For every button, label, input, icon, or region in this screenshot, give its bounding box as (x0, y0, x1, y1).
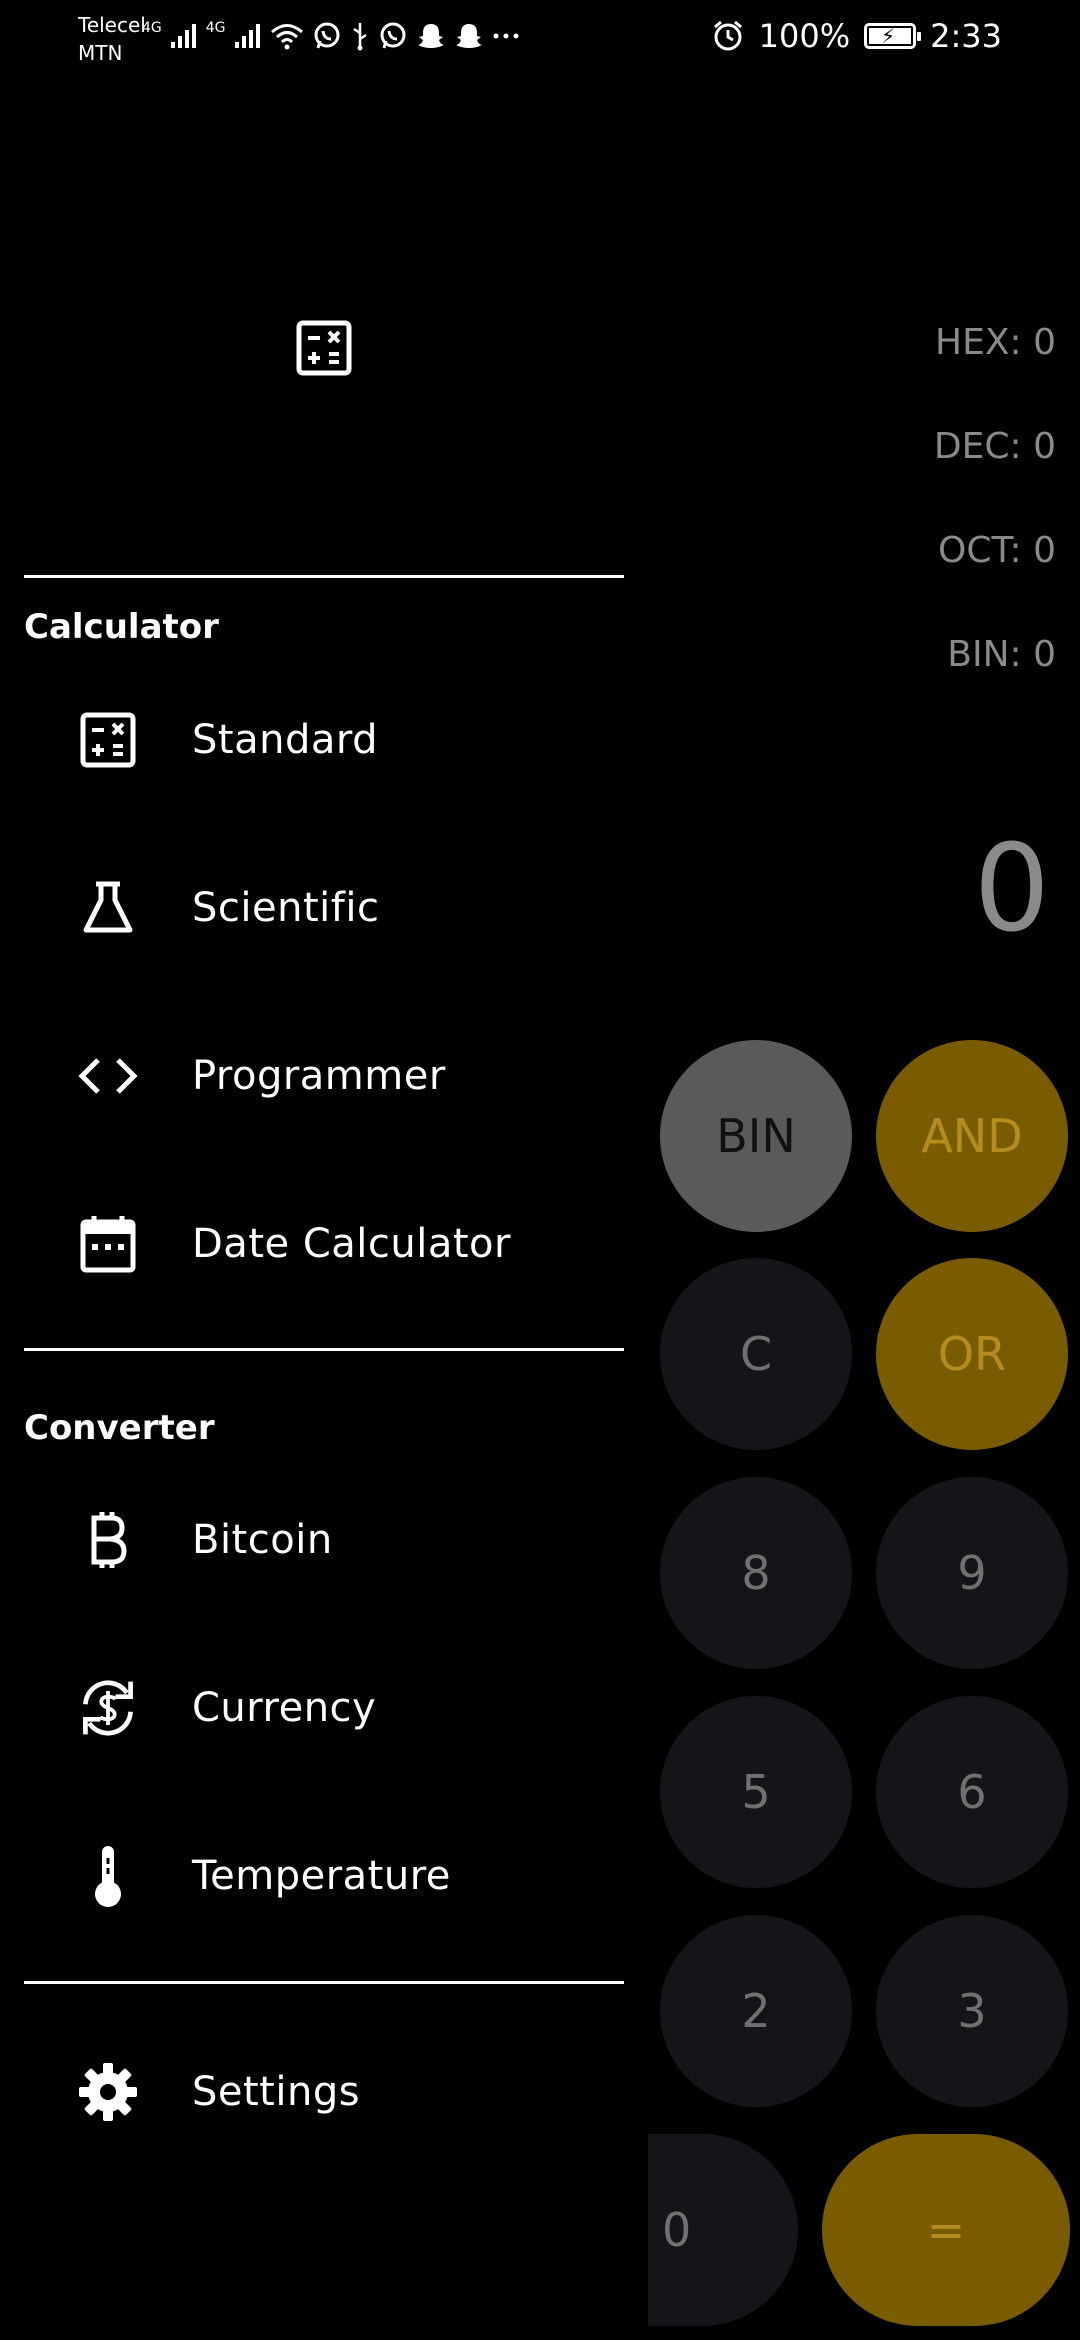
menu-item-currency[interactable]: Currency (0, 1648, 648, 1768)
calculator-icon (76, 708, 140, 772)
digit-8-button[interactable]: 8 (660, 1477, 852, 1669)
currency-exchange-icon (76, 1676, 140, 1740)
menu-label: Currency (192, 1685, 377, 1731)
menu-label: Date Calculator (192, 1221, 511, 1267)
carrier-names: Telecel MTN (78, 10, 146, 66)
battery-percent: 100% (758, 17, 851, 55)
calculator-icon (296, 320, 352, 376)
network-type-2: 4G (205, 20, 226, 36)
digit-9-button[interactable]: 9 (876, 1477, 1068, 1669)
digit-0-button[interactable]: 0 (648, 2134, 798, 2326)
digit-3-button[interactable]: 3 (876, 1915, 1068, 2107)
divider (24, 1348, 624, 1351)
menu-item-temperature[interactable]: Temperature (0, 1816, 648, 1936)
screen: Telecel MTN 4G 4G 100% ⚡ 2:33 HEX: 0 DEC… (0, 0, 1080, 2340)
digit-5-button[interactable]: 5 (660, 1696, 852, 1888)
calculator-section-title: Calculator (24, 607, 219, 647)
whatsapp-icon-2 (378, 21, 408, 51)
snapchat-icon (416, 21, 446, 51)
menu-item-settings[interactable]: Settings (0, 2032, 648, 2152)
battery-icon: ⚡ (864, 23, 922, 49)
alarm-icon (711, 19, 745, 53)
dec-readout: DEC: 0 (933, 426, 1056, 467)
thermometer-icon (76, 1844, 140, 1908)
menu-item-programmer[interactable]: Programmer (0, 1016, 648, 1136)
bitcoin-icon (76, 1508, 140, 1572)
network-type-1: 4G (142, 20, 162, 36)
oct-readout: OCT: 0 (938, 530, 1056, 571)
snapchat-icon-2 (454, 21, 484, 51)
code-icon (76, 1044, 140, 1108)
equals-button[interactable]: = (822, 2134, 1070, 2326)
whatsapp-icon (312, 21, 342, 51)
menu-label: Programmer (192, 1053, 446, 1099)
gear-icon (76, 2060, 140, 2124)
menu-label: Settings (192, 2069, 361, 2115)
menu-item-scientific[interactable]: Scientific (0, 848, 648, 968)
clear-button[interactable]: C (660, 1258, 852, 1450)
converter-section-title: Converter (24, 1408, 215, 1448)
wifi-icon (270, 22, 304, 50)
bin-mode-button[interactable]: BIN (660, 1040, 852, 1232)
result-display: 0 (973, 820, 1050, 959)
digit-6-button[interactable]: 6 (876, 1696, 1068, 1888)
menu-label: Temperature (192, 1853, 451, 1899)
status-icons-right: 100% ⚡ 2:33 (711, 14, 1002, 58)
signal-icon-2 (234, 22, 262, 50)
more-notifications-icon (492, 22, 520, 50)
status-bar: Telecel MTN 4G 4G 100% ⚡ 2:33 (0, 0, 1080, 72)
flask-icon (76, 876, 140, 940)
clock: 2:33 (930, 17, 1002, 55)
bin-readout: BIN: 0 (947, 634, 1056, 675)
divider (24, 1981, 624, 1984)
divider (24, 575, 624, 578)
or-button[interactable]: OR (876, 1258, 1068, 1450)
calendar-icon (76, 1212, 140, 1276)
menu-item-standard[interactable]: Standard (0, 680, 648, 800)
carrier-secondary: MTN (78, 41, 123, 65)
digit-2-button[interactable]: 2 (660, 1915, 852, 2107)
signal-icon (170, 22, 198, 50)
navigation-drawer: Calculator Standard Scientific Programme… (0, 0, 648, 2340)
menu-label: Bitcoin (192, 1517, 333, 1563)
menu-item-date-calculator[interactable]: Date Calculator (0, 1184, 648, 1304)
carrier-primary: Telecel (78, 13, 146, 37)
menu-item-bitcoin[interactable]: Bitcoin (0, 1480, 648, 1600)
menu-label: Scientific (192, 885, 380, 931)
and-button[interactable]: AND (876, 1040, 1068, 1232)
hex-readout: HEX: 0 (935, 322, 1056, 363)
status-icons-left: 4G 4G (142, 16, 520, 56)
usb-icon (350, 21, 370, 51)
menu-label: Standard (192, 717, 378, 763)
